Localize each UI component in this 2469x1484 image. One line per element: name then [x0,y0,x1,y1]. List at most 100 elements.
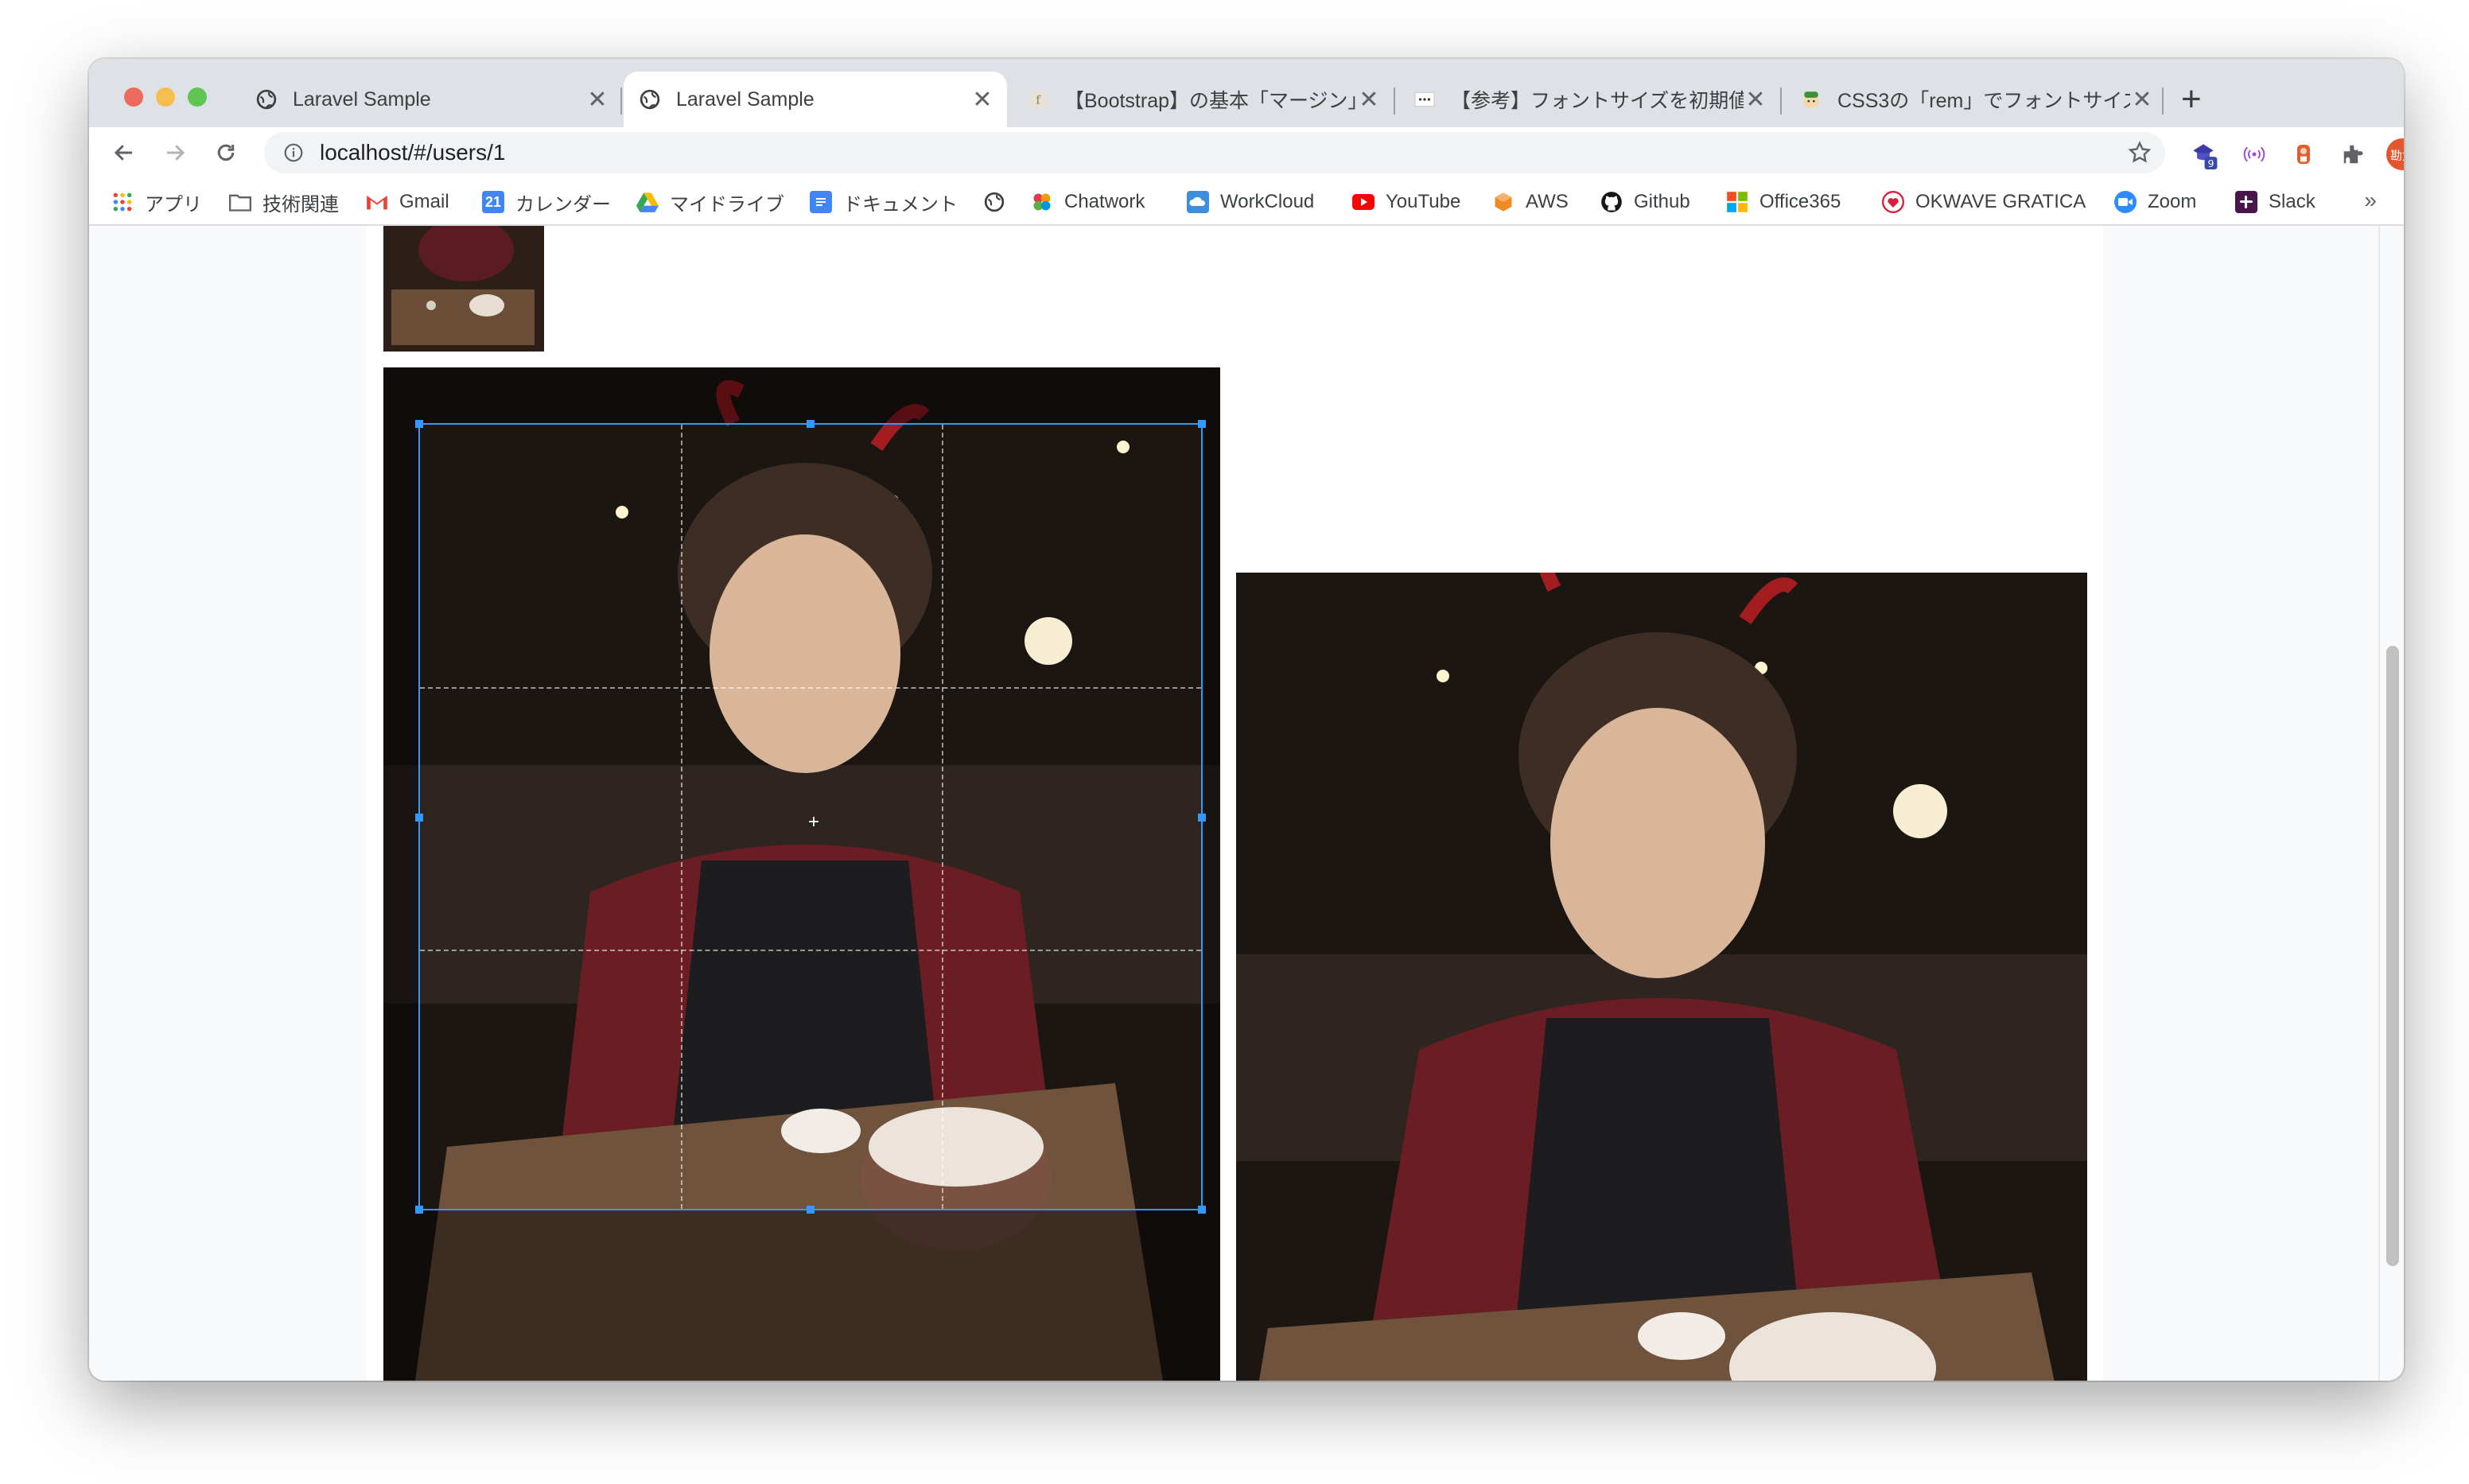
broadcast-icon[interactable] [2238,138,2270,170]
slack-icon [2235,191,2257,213]
docs-icon [810,191,832,213]
folder-icon [229,191,251,213]
thumbnail-image [383,226,544,352]
cropper-overlay[interactable]: + [383,367,1220,1381]
crop-handle-w[interactable] [415,814,423,822]
heart-icon [1882,191,1904,213]
dots-icon [1413,87,1437,111]
vertical-scrollbar[interactable] [2378,226,2404,1381]
bookmark-github[interactable]: Github [1600,188,1690,216]
close-window-button[interactable] [124,87,143,107]
reload-icon [217,144,235,161]
bookmark-workcloud[interactable]: WorkCloud [1187,188,1314,216]
crop-handle-n[interactable] [807,420,815,428]
crop-preview-image [1236,573,2087,1381]
bookmark-apps[interactable]: アプリ [111,188,202,216]
bookmark-label: Chatwork [1064,191,1145,212]
tab-strip: Laravel Sample ✕ Laravel Sample ✕ f 【Boo… [89,59,2404,127]
bookmark-zoom[interactable]: Zoom [2114,188,2196,216]
profile-avatar[interactable]: 勘太 [2386,138,2404,170]
tab-close-button[interactable]: ✕ [2130,86,2154,114]
crop-handle-nw[interactable] [415,420,423,428]
tab-close-button[interactable]: ✕ [1744,86,1767,114]
forward-button[interactable] [159,137,191,169]
tab-font-size-reference[interactable]: 【参考】フォントサイズを初期値 ✕ [1398,72,1780,127]
site-icon: f [1026,87,1050,111]
bookmark-gmail[interactable]: Gmail [366,188,449,216]
bookmarks-overflow-button[interactable]: » [2364,188,2377,213]
extension-badge-count: 9 [2207,157,2214,169]
tab-title: CSS3の「rem」でフォントサイズ [1837,90,2130,112]
github-icon [1600,191,1623,213]
site-info-icon[interactable] [282,141,305,165]
maximize-window-button[interactable] [188,87,207,107]
bookmark-label: OKWAVE GRATICA [1915,191,2086,212]
tab-title: 【Bootstrap】の基本「マージン」 [1064,90,1357,112]
bookmark-label: ドキュメント [843,193,958,216]
chatwork-icon [1031,191,1053,213]
crop-guide-line [420,687,1201,689]
bookmark-office365[interactable]: Office365 [1726,188,1841,216]
bookmark-label: アプリ [145,193,202,216]
workcloud-icon [1187,191,1209,213]
drive-icon [636,191,659,213]
crop-guide-line [420,950,1201,951]
tab-title: Laravel Sample [676,87,815,111]
crop-handle-e[interactable] [1198,814,1206,822]
bookmark-chatwork[interactable]: Chatwork [1031,188,1145,216]
bookmark-drive[interactable]: マイドライブ [636,188,784,216]
tab-close-button[interactable]: ✕ [585,86,609,114]
youtube-icon [1352,191,1374,213]
address-bar[interactable]: localhost/#/users/1 [264,132,2165,173]
profile-avatar-label: 勘太 [2390,149,2404,163]
apps-grid-icon [111,191,134,213]
crop-handle-s[interactable] [807,1206,815,1214]
gmail-icon [366,191,388,213]
aws-icon [1492,191,1514,213]
tab-close-button[interactable]: ✕ [970,86,994,114]
character-extension-icon[interactable] [2288,138,2319,170]
tab-divider [620,87,622,115]
bookmark-label: Office365 [1759,191,1841,212]
tab-divider [2162,87,2164,115]
browser-window: Laravel Sample ✕ Laravel Sample ✕ f 【Boo… [89,59,2404,1381]
bookmark-label: WorkCloud [1220,191,1315,212]
tab-bootstrap-margin[interactable]: f 【Bootstrap】の基本「マージン」 ✕ [1012,72,1394,127]
bookmark-globe[interactable] [983,188,1017,216]
tab-css3-rem[interactable]: CSS3の「rem」でフォントサイズ ✕ [1785,72,2167,127]
bookmarks-bar: アプリ 技術関連 Gmail 21 カレンダー マイドライブ ドキュメント Ch… [89,178,2404,226]
back-arrow-icon [114,145,132,161]
bookmark-docs[interactable]: ドキュメント [810,188,958,216]
bookmark-label: 技術関連 [262,193,339,216]
bookmark-label: AWS [1526,191,1569,212]
back-button[interactable] [108,137,140,169]
bookmark-youtube[interactable]: YouTube [1352,188,1460,216]
tab-laravel-sample-2[interactable]: Laravel Sample ✕ [624,72,1007,127]
bookmark-folder-tech[interactable]: 技術関連 [229,188,339,216]
crop-handle-sw[interactable] [415,1206,423,1214]
browser-toolbar: localhost/#/users/1 9 勘太 [89,127,2404,178]
face-icon [1799,87,1823,111]
globe-icon [638,87,662,111]
puzzle-icon[interactable] [2337,138,2369,170]
crop-handle-ne[interactable] [1198,420,1206,428]
crop-handle-se[interactable] [1198,1206,1206,1214]
tab-laravel-sample-1[interactable]: Laravel Sample ✕ [240,72,622,127]
globe-icon [983,191,1005,213]
tab-title: 【参考】フォントサイズを初期値 [1451,90,1744,112]
reload-button[interactable] [210,137,242,169]
bookmark-star-icon[interactable] [2127,140,2152,169]
bookmark-okwave-gratica[interactable]: OKWAVE GRATICA [1882,188,2086,216]
bookmark-calendar[interactable]: 21 カレンダー [482,188,611,216]
office-icon [1726,191,1748,213]
bookmark-slack[interactable]: Slack [2235,188,2315,216]
minimize-window-button[interactable] [156,87,175,107]
new-tab-button[interactable]: + [2181,80,2202,119]
tab-close-button[interactable]: ✕ [1357,86,1381,114]
bookmark-aws[interactable]: AWS [1492,188,1569,216]
scrollbar-thumb[interactable] [2386,646,2399,1266]
zoom-icon [2114,191,2137,213]
crop-selection-box[interactable]: + [415,420,1206,1214]
extension-badge-icon[interactable]: 9 [2187,138,2219,170]
crop-guide-line [681,425,682,1209]
